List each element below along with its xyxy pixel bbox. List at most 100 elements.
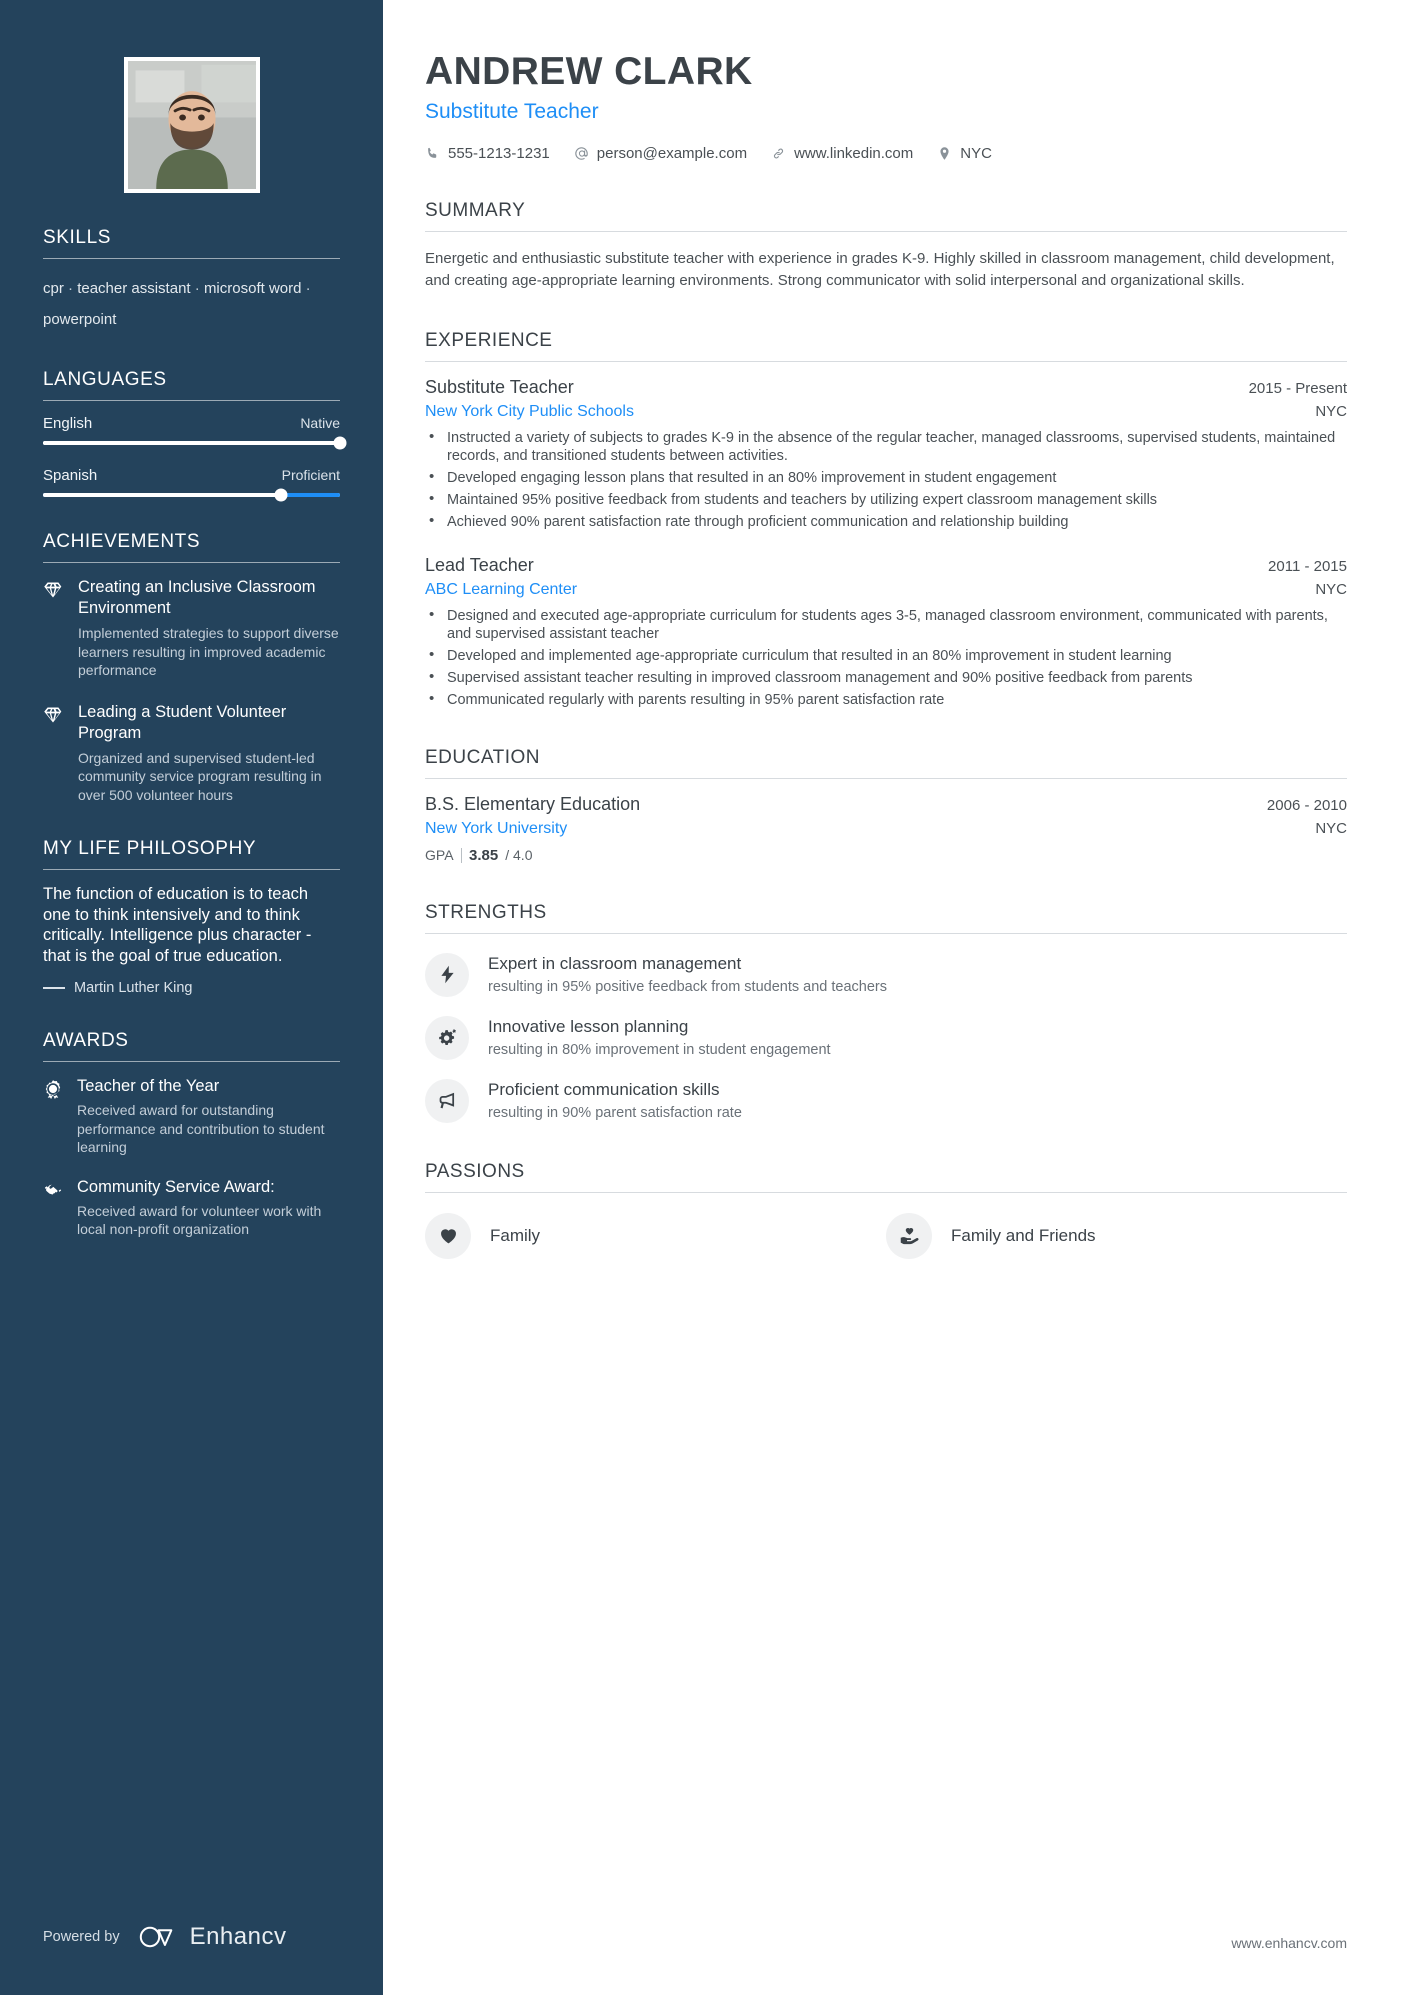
award-description: Received award for outstanding performan… [77,1102,325,1155]
education-divider [425,777,1347,779]
bullet-item: Instructed a variety of subjects to grad… [425,428,1347,465]
education-heading: EDUCATION [425,746,540,768]
language-slider-fill [43,441,340,445]
philosophy-divider [43,869,340,870]
gpa-scale: / 4.0 [505,847,533,864]
contact-email-value: person@example.com [596,144,748,162]
enhancv-brand[interactable]: Enhancv [138,1923,287,1951]
experience-organization[interactable]: ABC Learning Center [425,581,577,599]
summary-heading: SUMMARY [425,199,526,221]
megaphone-icon [425,1078,469,1123]
phone-icon [428,147,437,158]
passion-item: Family and Friends [886,1212,1347,1259]
strength-description: resulting in 90% parent satisfaction rat… [488,1104,742,1121]
award-ribbon-icon [43,1076,65,1157]
skills-heading: SKILLS [43,227,112,248]
strength-title: Proficient communication skills [488,1079,720,1099]
job-role: Substitute Teacher [425,99,599,123]
passions-divider [425,1191,1347,1193]
contact-phone-value: 555-1213-1231 [448,144,550,162]
passions-section: PASSIONS Family Family and Friends [425,1161,1347,1259]
skill-item: cpr [43,280,64,297]
gpa-value: 3.85 [469,846,499,864]
contact-email[interactable]: person@example.com [574,145,747,162]
experience-divider [425,360,1347,362]
skills-section: SKILLS cpr · teacher assistant · microso… [0,227,383,335]
skill-separator: · [194,280,200,297]
bullet-item: Supervised assistant teacher resulting i… [425,668,1347,687]
contact-location-value: NYC [960,144,992,162]
gpa-label: GPA [425,847,454,864]
link-icon [773,148,784,159]
philosophy-author: Martin Luther King [74,980,193,996]
experience-section: EXPERIENCE Substitute Teacher 2015 - Pre… [425,330,1347,709]
education-title: B.S. Elementary Education [425,793,641,814]
main-footer-url[interactable]: www.enhancv.com [1231,1935,1347,1951]
strength-item: Expert in classroom management resulting… [425,952,1347,997]
strength-description: resulting in 95% positive feedback from … [488,978,887,995]
award-title: Community Service Award: [77,1177,275,1196]
education-entry: B.S. Elementary Education 2006 - 2010 Ne… [425,794,1347,864]
bullet-item: Achieved 90% parent satisfaction rate th… [425,512,1347,531]
contact-link[interactable]: www.linkedin.com [771,145,913,162]
bullet-item: Maintained 95% positive feedback from st… [425,490,1347,509]
education-location: NYC [1315,819,1347,837]
lightning-bolt-icon [425,952,469,997]
experience-bullets: Instructed a variety of subjects to grad… [425,428,1347,531]
language-slider-knob[interactable] [333,436,347,450]
skill-item: teacher assistant [77,280,191,297]
achievements-heading: ACHIEVEMENTS [43,531,201,552]
strength-item: Proficient communication skills resultin… [425,1078,1347,1123]
philosophy-section: MY LIFE PHILOSOPHY The function of educa… [0,838,383,996]
email-icon [575,147,588,160]
hand-holding-heart-icon [886,1212,932,1259]
contact-link-value: www.linkedin.com [794,144,914,162]
experience-entry: Lead Teacher 2011 - 2015 ABC Learning Ce… [425,555,1347,709]
heart-icon [425,1212,471,1259]
language-slider-english[interactable] [43,436,347,450]
awards-heading: AWARDS [43,1030,129,1051]
gpa-row: GPA 3.85 / 4.0 [425,847,1347,864]
language-item-spanish: Spanish Proficient [43,467,340,502]
philosophy-heading: MY LIFE PHILOSOPHY [43,838,257,859]
avatar-container [0,0,383,193]
languages-divider [43,400,340,401]
award-item: Teacher of the Year Received award for o… [43,1076,340,1157]
bullet-item: Developed and implemented age-appropriat… [425,646,1347,665]
summary-divider [425,230,1347,232]
experience-location: NYC [1315,580,1347,598]
philosophy-quote: The function of education is to teach on… [43,885,312,965]
achievements-divider [43,562,340,563]
passion-item: Family [425,1212,886,1259]
awards-section: AWARDS Teacher of the Year Received awar… [0,1030,383,1239]
experience-heading: EXPERIENCE [425,329,553,351]
strengths-section: STRENGTHS Expert in classroom management… [425,902,1347,1123]
award-item: Community Service Award: Received award … [43,1177,340,1239]
powered-by-label: Powered by [43,1929,120,1945]
sidebar-footer: Powered by Enhancv [43,1923,286,1951]
dash-icon [43,987,65,989]
strength-item: Innovative lesson planning resulting in … [425,1015,1347,1060]
strengths-divider [425,932,1347,934]
diamond-icon [43,577,65,680]
strength-title: Innovative lesson planning [488,1016,689,1036]
education-organization[interactable]: New York University [425,820,567,838]
achievement-title: Leading a Student Volunteer Program [78,702,287,742]
contact-phone[interactable]: 555-1213-1231 [425,145,550,162]
diamond-icon [43,702,65,805]
main-content: ANDREW CLARK Substitute Teacher 555-1213… [383,0,1410,1995]
experience-title: Lead Teacher [425,554,534,575]
gears-icon [425,1015,469,1060]
awards-divider [43,1061,340,1062]
experience-organization[interactable]: New York City Public Schools [425,403,634,421]
bullet-item: Designed and executed age-appropriate cu… [425,606,1347,643]
contact-location[interactable]: NYC [937,145,992,162]
language-level: Proficient [281,467,340,483]
skills-list: cpr · teacher assistant · microsoft word… [43,273,340,335]
location-pin-icon [940,147,949,160]
avatar-illustration [127,61,256,189]
summary-text: Energetic and enthusiastic substitute te… [425,249,1335,289]
education-date: 2006 - 2010 [1266,796,1347,814]
language-slider-knob[interactable] [274,488,288,502]
language-slider-spanish[interactable] [43,488,340,502]
